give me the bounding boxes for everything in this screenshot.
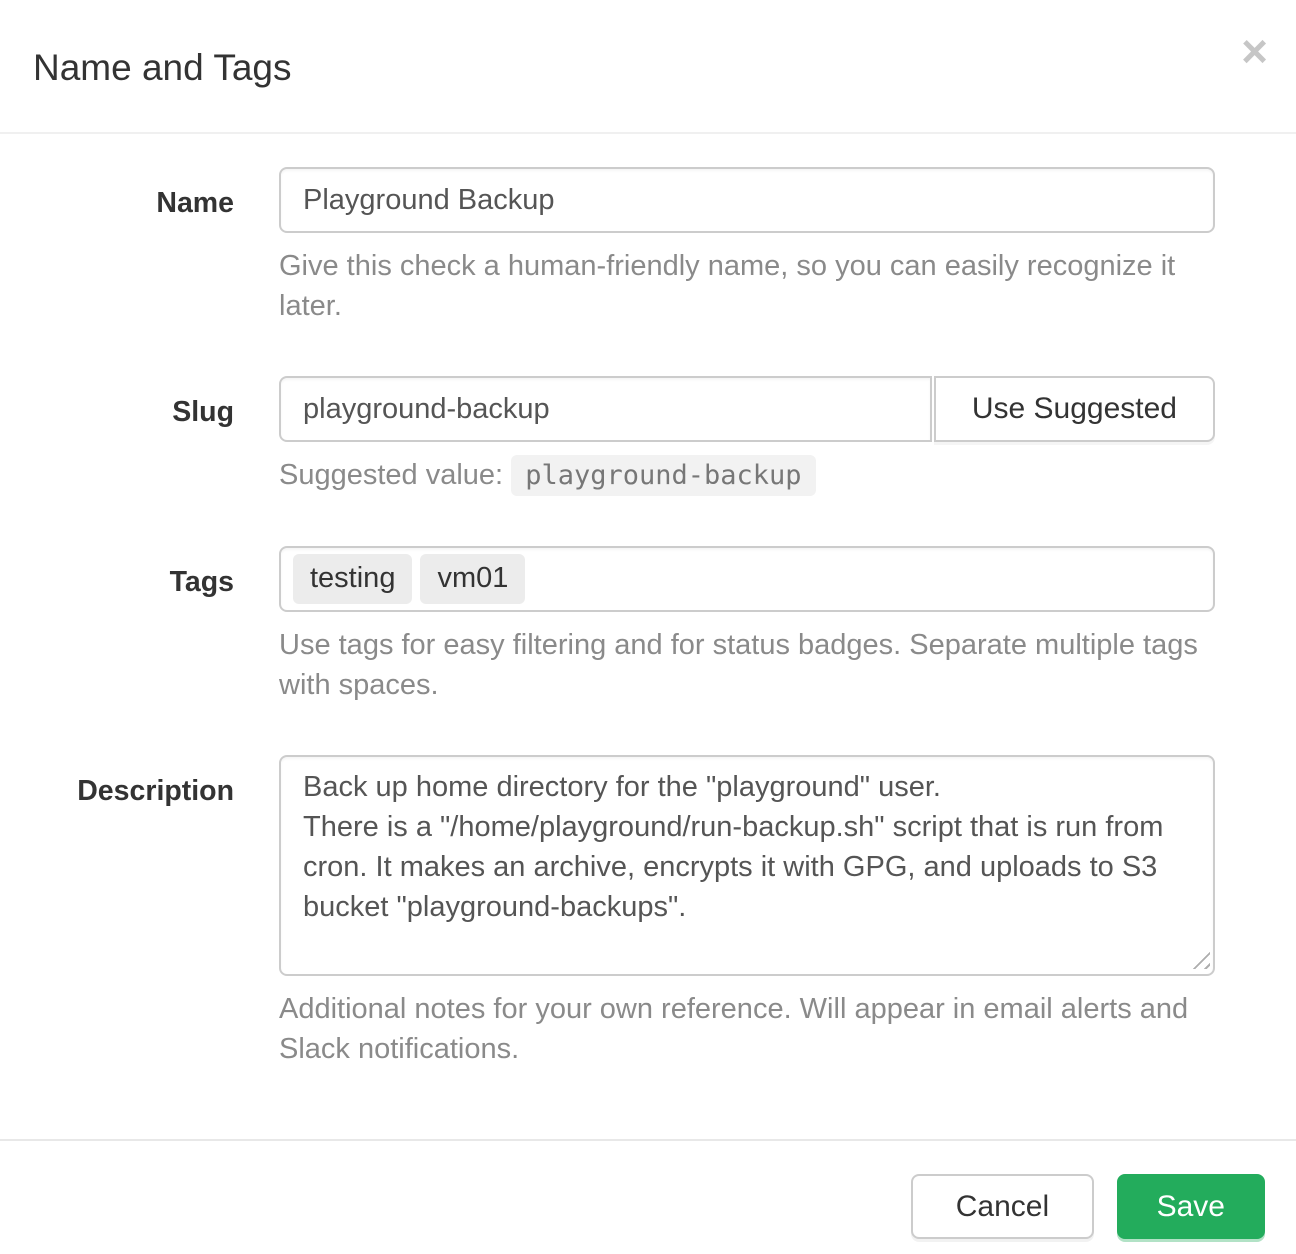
suggested-value-code: playground-backup [511,455,815,496]
save-button[interactable]: Save [1117,1174,1265,1239]
dialog-header: Name and Tags × [0,0,1296,134]
dialog-footer: Cancel Save [0,1139,1296,1254]
slug-label: Slug [32,376,234,496]
name-help-text: Give this check a human-friendly name, s… [279,246,1215,326]
description-label: Description [32,755,234,1069]
slug-input-group: Use Suggested [279,376,1215,442]
page-title: Name and Tags [33,46,1264,90]
tags-label: Tags [32,546,234,705]
cancel-button[interactable]: Cancel [911,1174,1094,1239]
slug-field-group: Slug Use Suggested Suggested value: play… [32,376,1215,496]
name-and-tags-dialog: Name and Tags × Name Give this check a h… [0,0,1296,1254]
suggested-value-prefix: Suggested value: [279,459,503,491]
tags-help-text: Use tags for easy filtering and for stat… [279,625,1215,705]
tag-chip[interactable]: vm01 [420,554,525,604]
description-help-text: Additional notes for your own reference.… [279,989,1215,1069]
name-field-group: Name Give this check a human-friendly na… [32,167,1215,326]
dialog-body: Name Give this check a human-friendly na… [0,134,1296,1139]
description-textarea[interactable]: Back up home directory for the "playgrou… [279,755,1215,976]
name-label: Name [32,167,234,326]
use-suggested-button[interactable]: Use Suggested [934,376,1215,442]
tag-chip[interactable]: testing [293,554,412,604]
tags-field-group: Tags testing vm01 Use tags for easy filt… [32,546,1215,705]
tags-input[interactable]: testing vm01 [279,546,1215,612]
close-icon[interactable]: × [1241,28,1268,74]
slug-help-text: Suggested value: playground-backup [279,455,1215,496]
name-input[interactable] [279,167,1215,233]
slug-input[interactable] [279,376,932,442]
description-field-group: Description Back up home directory for t… [32,755,1215,1069]
